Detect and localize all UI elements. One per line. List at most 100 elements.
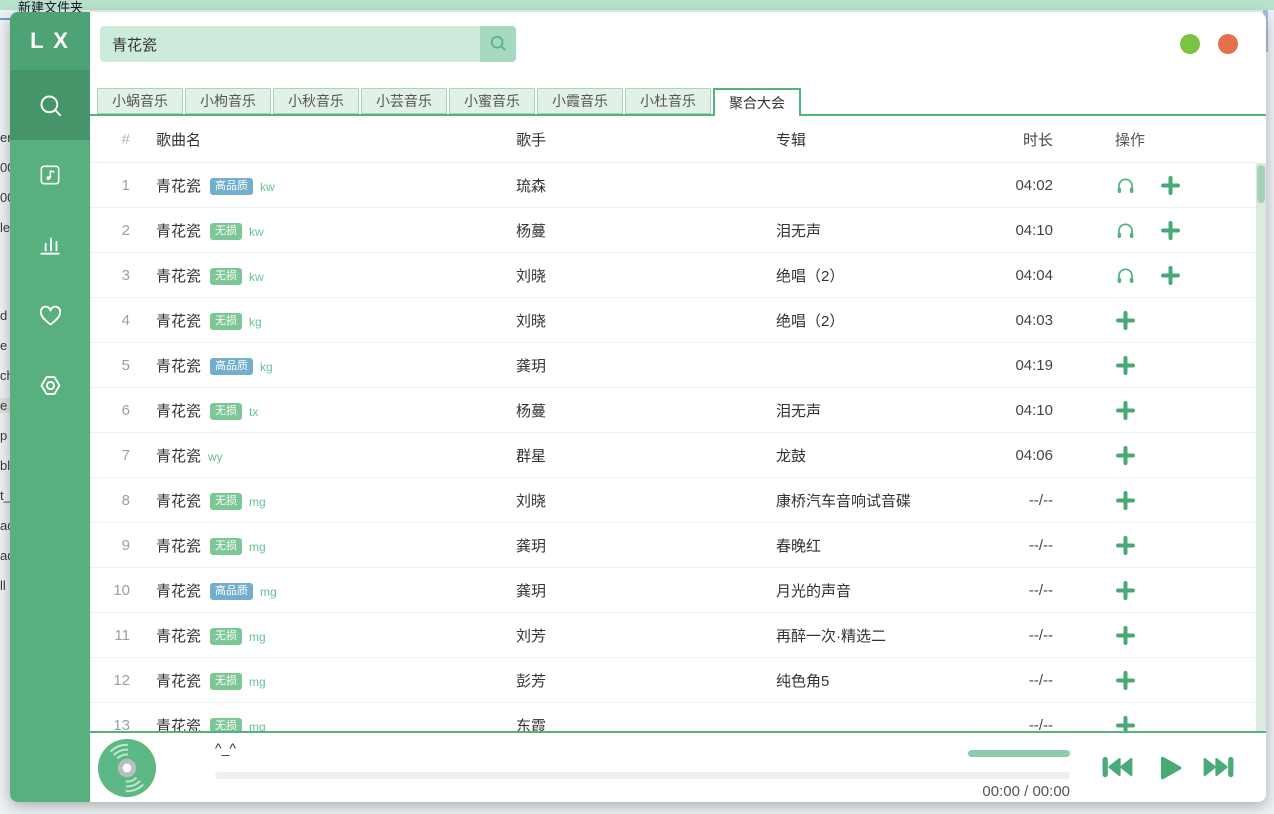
progress-bar[interactable]	[215, 772, 1070, 779]
scrollbar-track[interactable]	[1256, 163, 1266, 731]
table-row[interactable]: 7青花瓷wy群星龙鼓04:06	[90, 433, 1256, 478]
song-title: 青花瓷	[156, 448, 201, 465]
song-title: 青花瓷	[156, 673, 201, 690]
add-icon[interactable]	[1160, 265, 1181, 286]
table-row[interactable]: 4青花瓷无损kg刘晓绝唱（2）04:03	[90, 298, 1256, 343]
table-row[interactable]: 3青花瓷无损kw刘晓绝唱（2）04:04	[90, 253, 1256, 298]
sidebar-item-settings[interactable]	[10, 350, 90, 420]
duration-cell: --/--	[1003, 627, 1053, 644]
sidebar: L X	[10, 12, 90, 802]
quality-badge: 无损	[210, 718, 242, 732]
duration-cell: 04:06	[1003, 447, 1053, 464]
table-row[interactable]: 8青花瓷无损mg刘晓康桥汽车音响试音碟--/--	[90, 478, 1256, 523]
source-tag: mg	[249, 720, 266, 732]
song-title: 青花瓷	[156, 358, 201, 375]
add-icon[interactable]	[1115, 445, 1136, 466]
row-index: 1	[90, 177, 156, 194]
sidebar-item-love[interactable]	[10, 280, 90, 350]
quality-badge: 高品质	[210, 178, 253, 195]
add-icon[interactable]	[1160, 220, 1181, 241]
next-track-button[interactable]	[1202, 754, 1234, 785]
volume-slider[interactable]	[968, 750, 1070, 757]
play-button[interactable]	[1154, 754, 1184, 787]
song-cell: 青花瓷无损 kg	[156, 310, 516, 331]
table-row[interactable]: 9青花瓷无损mg龚玥春晚红--/--	[90, 523, 1256, 568]
add-icon[interactable]	[1115, 535, 1136, 556]
song-cell: 青花瓷wy	[156, 445, 516, 466]
add-icon[interactable]	[1115, 490, 1136, 511]
album-cell: 再醉一次·精选二	[776, 625, 1003, 646]
tab-小秋音乐[interactable]: 小秋音乐	[273, 88, 359, 114]
add-icon[interactable]	[1115, 310, 1136, 331]
artist-cell: 琉森	[516, 175, 776, 196]
row-index: 12	[90, 672, 156, 689]
artist-cell: 龚玥	[516, 355, 776, 376]
header-action: 操作	[1053, 129, 1256, 150]
table-row[interactable]: 2青花瓷无损kw杨蔓泪无声04:10	[90, 208, 1256, 253]
tab-小霞音乐[interactable]: 小霞音乐	[537, 88, 623, 114]
listen-icon[interactable]	[1115, 175, 1136, 196]
album-disc-icon[interactable]	[96, 737, 158, 799]
actions-cell	[1053, 625, 1256, 646]
artist-cell: 龚玥	[516, 535, 776, 556]
song-list: 1青花瓷高品质kw琉森04:022青花瓷无损kw杨蔓泪无声04:103青花瓷无损…	[90, 163, 1256, 731]
table-row[interactable]: 13青花瓷无损mg东霞--/--	[90, 703, 1256, 731]
add-icon[interactable]	[1115, 625, 1136, 646]
add-icon[interactable]	[1115, 355, 1136, 376]
table-row[interactable]: 12青花瓷无损mg彭芳纯色角5--/--	[90, 658, 1256, 703]
tab-小蜜音乐[interactable]: 小蜜音乐	[449, 88, 535, 114]
previous-track-button[interactable]	[1102, 754, 1134, 785]
search-input[interactable]	[100, 26, 480, 62]
quality-badge: 无损	[210, 673, 242, 690]
add-icon[interactable]	[1115, 400, 1136, 421]
actions-cell	[1053, 445, 1256, 466]
album-cell: 月光的声音	[776, 580, 1003, 601]
table-row[interactable]: 1青花瓷高品质kw琉森04:02	[90, 163, 1256, 208]
listen-icon[interactable]	[1115, 220, 1136, 241]
artist-cell: 杨蔓	[516, 220, 776, 241]
actions-cell	[1053, 400, 1256, 421]
table-row[interactable]: 11青花瓷无损mg刘芳再醉一次·精选二--/--	[90, 613, 1256, 658]
minimize-button[interactable]	[1180, 34, 1200, 54]
sidebar-item-leaderboard[interactable]	[10, 210, 90, 280]
add-icon[interactable]	[1115, 580, 1136, 601]
album-cell: 春晚红	[776, 535, 1003, 556]
player-bar: ^_^ 00:00 / 00:00	[90, 731, 1266, 802]
tab-小蜗音乐[interactable]: 小蜗音乐	[97, 88, 183, 114]
song-title: 青花瓷	[156, 223, 201, 240]
add-icon[interactable]	[1115, 670, 1136, 691]
source-tag: kg	[249, 315, 262, 329]
close-button[interactable]	[1218, 34, 1238, 54]
actions-cell	[1053, 310, 1256, 331]
sidebar-item-search[interactable]	[10, 70, 90, 140]
tab-小芸音乐[interactable]: 小芸音乐	[361, 88, 447, 114]
quality-badge: 无损	[210, 403, 242, 420]
artist-cell: 刘晓	[516, 490, 776, 511]
tab-小杜音乐[interactable]: 小杜音乐	[625, 88, 711, 114]
row-index: 9	[90, 537, 156, 554]
album-cell: 绝唱（2）	[776, 310, 1003, 331]
scrollbar-thumb[interactable]	[1257, 165, 1265, 203]
quality-badge: 无损	[210, 313, 242, 330]
music-list-icon	[37, 162, 63, 188]
song-title: 青花瓷	[156, 313, 201, 330]
table-row[interactable]: 6青花瓷无损tx杨蔓泪无声04:10	[90, 388, 1256, 433]
table-row[interactable]: 5青花瓷高品质kg龚玥04:19	[90, 343, 1256, 388]
search-button[interactable]	[480, 26, 516, 62]
row-index: 5	[90, 357, 156, 374]
search-icon	[37, 92, 64, 119]
add-icon[interactable]	[1160, 175, 1181, 196]
tab-聚合大会[interactable]: 聚合大会	[713, 88, 801, 116]
tab-小枸音乐[interactable]: 小枸音乐	[185, 88, 271, 114]
add-icon[interactable]	[1115, 715, 1136, 732]
sidebar-item-my-music[interactable]	[10, 140, 90, 210]
listen-icon[interactable]	[1115, 265, 1136, 286]
artist-cell: 龚玥	[516, 580, 776, 601]
table-row[interactable]: 10青花瓷高品质mg龚玥月光的声音--/--	[90, 568, 1256, 613]
app-logo: L X	[10, 12, 90, 70]
song-cell: 青花瓷高品质mg	[156, 580, 516, 601]
duration-cell: 04:19	[1003, 357, 1053, 374]
source-tag: mg	[249, 675, 266, 689]
quality-badge: 无损	[210, 538, 242, 555]
row-index: 4	[90, 312, 156, 329]
